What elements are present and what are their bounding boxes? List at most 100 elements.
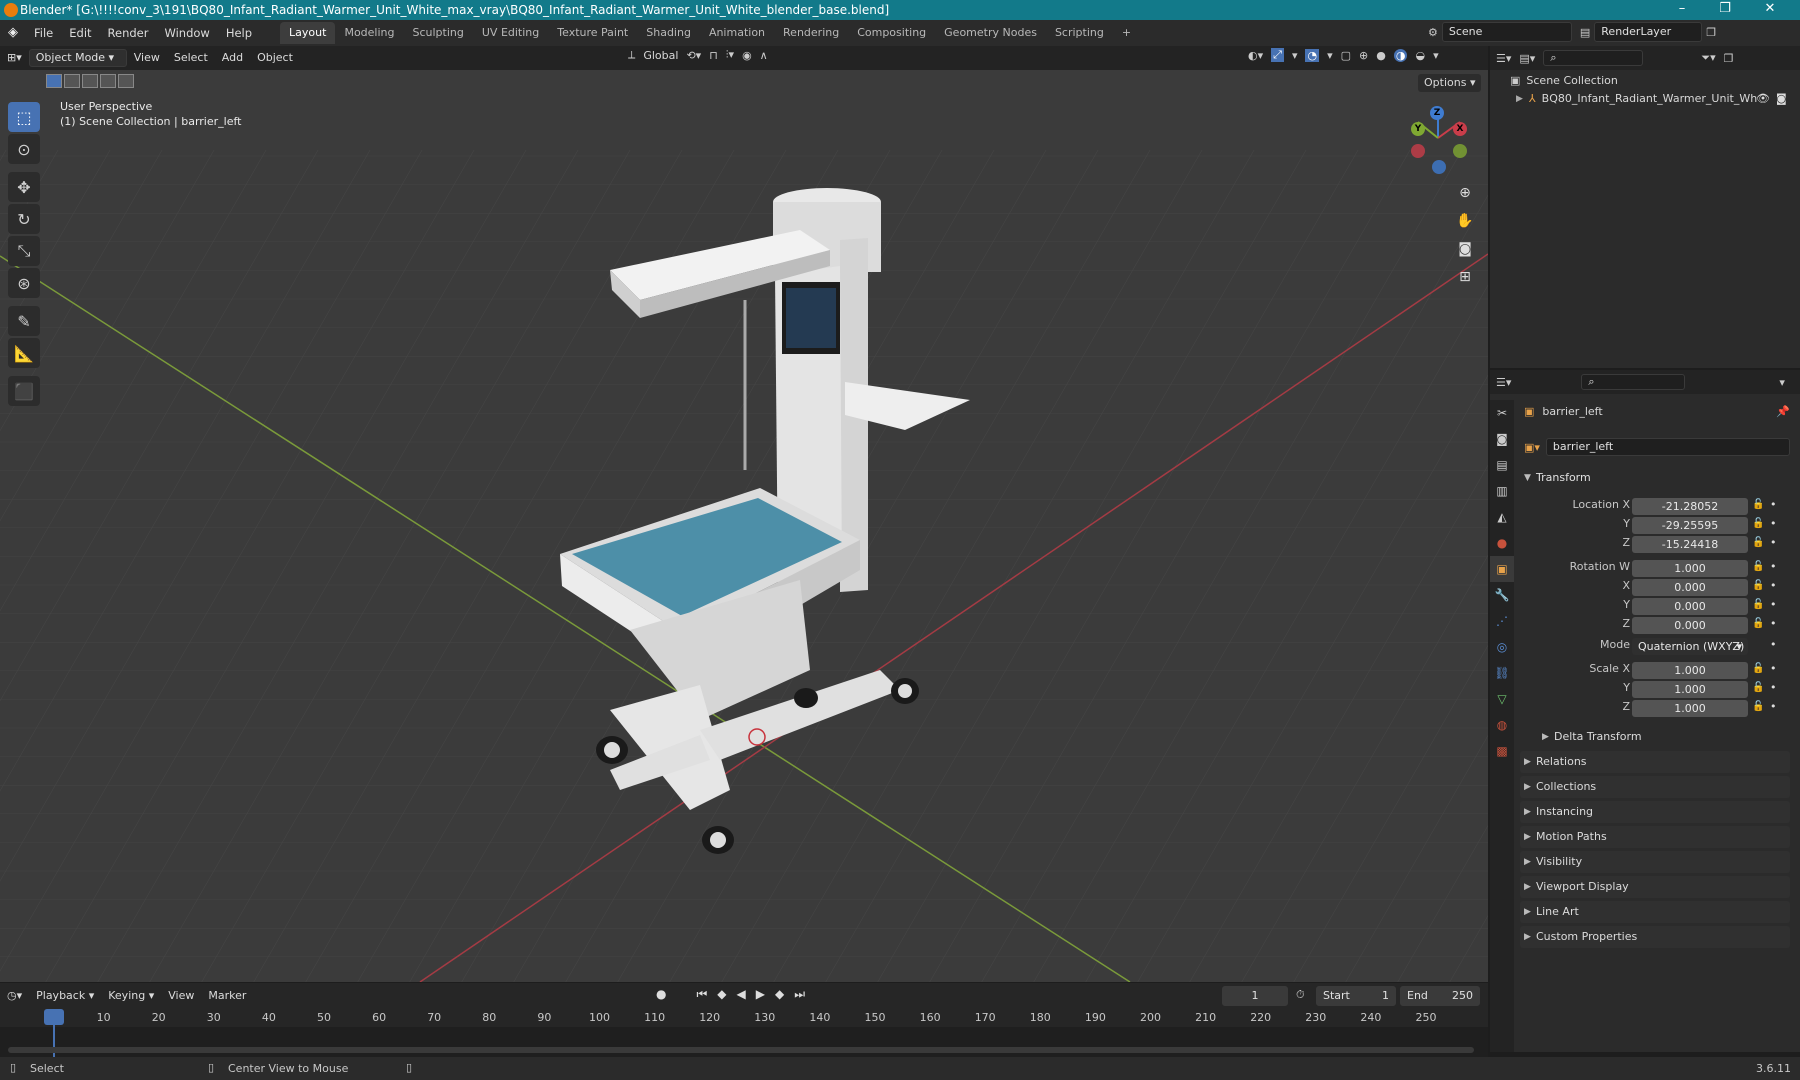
panel-line-art[interactable]: ▶ Line Art [1520, 901, 1790, 923]
gizmo-neg-x[interactable] [1411, 144, 1425, 158]
object-tab-icon[interactable]: ▣ [1490, 556, 1514, 582]
tab-rendering[interactable]: Rendering [774, 22, 848, 44]
clock-icon[interactable]: ⏱ [1296, 988, 1305, 1002]
display-mode-icon[interactable]: ▤▾ [1519, 52, 1535, 65]
gizmo-x[interactable]: X [1453, 122, 1467, 136]
keyframe-dot[interactable]: • [1770, 498, 1777, 511]
mode-dropdown[interactable]: Object Mode ▾ [28, 49, 127, 67]
start-frame-field[interactable]: Start 1 [1316, 986, 1396, 1006]
lock-icon[interactable]: 🔓 [1752, 518, 1764, 529]
lock-icon[interactable]: 🔓 [1752, 682, 1764, 693]
visibility-icon[interactable]: ◐▾ [1248, 49, 1263, 62]
object-name-field[interactable]: barrier_left [1545, 438, 1790, 456]
transform-tool-icon[interactable]: ⊛ [8, 268, 40, 298]
proportional-edit-icon[interactable]: ◉ [742, 49, 752, 62]
properties-search-input[interactable]: ⌕ [1581, 374, 1686, 390]
keyframe-dot[interactable]: • [1770, 536, 1777, 549]
shading-dropdown-icon[interactable]: ▾ [1433, 49, 1439, 62]
scene-icon[interactable]: ⚙ [1428, 26, 1438, 39]
wireframe-shading-icon[interactable]: ⊕ [1359, 49, 1368, 62]
play-icon[interactable]: ▶ [756, 987, 765, 1002]
move-tool-icon[interactable]: ✥ [8, 172, 40, 202]
transform-panel-header[interactable]: ▼ Transform [1520, 467, 1790, 489]
gizmo-y[interactable]: Y [1411, 122, 1425, 136]
menu-help[interactable]: Help [218, 20, 260, 46]
tab-geometry-nodes[interactable]: Geometry Nodes [935, 22, 1046, 44]
outliner-item-label[interactable]: BQ80_Infant_Radiant_Warmer_Unit_Wh [1542, 92, 1758, 105]
menu-view[interactable]: View [127, 48, 167, 68]
snap-target-icon[interactable]: ⫶▾ [726, 48, 734, 62]
render-layer-field[interactable]: RenderLayer [1594, 22, 1703, 42]
constraints-tab-icon[interactable]: ⛓ [1490, 660, 1514, 686]
annotate-tool-icon[interactable]: ✎ [8, 306, 40, 336]
lock-icon[interactable]: 🔓 [1752, 537, 1764, 548]
menu-marker[interactable]: Marker [201, 986, 253, 1006]
snap-icon[interactable]: ⊓ [709, 49, 718, 62]
scene-collection-label[interactable]: Scene Collection [1526, 74, 1617, 87]
prev-keyframe-icon[interactable]: ◆ [717, 987, 726, 1002]
lock-icon[interactable]: 🔓 [1752, 701, 1764, 712]
select-box-tool-icon[interactable]: ⬚ [8, 102, 40, 132]
maximize-button[interactable]: ❐ [1705, 0, 1745, 20]
filter-icon[interactable]: ⏷▾ [1701, 51, 1715, 65]
menu-window[interactable]: Window [156, 20, 217, 46]
add-cube-tool-icon[interactable]: ⬛ [8, 376, 40, 406]
scene-field[interactable]: Scene [1441, 22, 1572, 42]
particles-tab-icon[interactable]: ⋰ [1490, 608, 1514, 634]
tool-tab-icon[interactable]: ✂ [1490, 400, 1514, 426]
blender-menu-icon[interactable]: ◈ [0, 20, 26, 46]
lock-icon[interactable]: 🔓 [1752, 580, 1764, 591]
pin-icon[interactable]: 📌 [1776, 405, 1790, 418]
options-dropdown[interactable]: Options ▾ [1418, 74, 1482, 92]
keyframe-dot[interactable]: • [1770, 579, 1777, 592]
tab-modeling[interactable]: Modeling [335, 22, 403, 44]
new-layer-icon[interactable]: ❐ [1706, 26, 1716, 39]
overlay-toggle-icon[interactable]: ◔ [1305, 48, 1320, 62]
keyframe-dot[interactable]: • [1770, 517, 1777, 530]
panel-viewport-display[interactable]: ▶ Viewport Display [1520, 876, 1790, 898]
select-intersect-icon[interactable] [118, 74, 134, 88]
keyframe-dot[interactable]: • [1770, 617, 1777, 630]
keyframe-dot[interactable]: • [1770, 638, 1777, 651]
close-button[interactable]: ✕ [1750, 0, 1790, 20]
select-subtract-icon[interactable] [82, 74, 98, 88]
select-invert-icon[interactable] [100, 74, 116, 88]
end-frame-field[interactable]: End 250 [1400, 986, 1480, 1006]
expand-arrow-icon[interactable]: ▶ [1516, 94, 1523, 104]
new-collection-icon[interactable]: ❐ [1724, 52, 1734, 65]
keyframe-dot[interactable]: • [1770, 598, 1777, 611]
rotate-tool-icon[interactable]: ↻ [8, 204, 40, 234]
select-extend-icon[interactable] [64, 74, 80, 88]
orientation-icon[interactable]: ⟂ [628, 48, 635, 62]
rotation-x-field[interactable]: 0.000 [1632, 579, 1748, 596]
tab-uv-editing[interactable]: UV Editing [473, 22, 548, 44]
gizmo-z[interactable]: Z [1430, 106, 1444, 120]
menu-edit[interactable]: Edit [61, 20, 99, 46]
keyframe-dot[interactable]: • [1770, 681, 1777, 694]
measure-tool-icon[interactable]: 📐 [8, 338, 40, 368]
lock-icon[interactable]: 🔓 [1752, 618, 1764, 629]
panel-custom-properties[interactable]: ▶ Custom Properties [1520, 926, 1790, 948]
orientation-dropdown[interactable]: Global [643, 49, 678, 62]
tab-shading[interactable]: Shading [637, 22, 700, 44]
tab-layout[interactable]: Layout [280, 22, 336, 44]
outliner-editor-icon[interactable]: ☰▾ [1496, 52, 1511, 65]
scale-y-field[interactable]: 1.000 [1632, 681, 1748, 698]
cursor-tool-icon[interactable]: ⊙ [8, 134, 40, 164]
playhead[interactable] [44, 1009, 64, 1025]
view-layer-tab-icon[interactable]: ▥ [1490, 478, 1514, 504]
select-new-icon[interactable] [46, 74, 62, 88]
menu-file[interactable]: File [26, 20, 61, 46]
data-tab-icon[interactable]: ▽ [1490, 686, 1514, 712]
pivot-icon[interactable]: ⟲▾ [686, 49, 701, 62]
location-z-field[interactable]: -15.24418 [1632, 536, 1748, 553]
menu-playback[interactable]: Playback ▾ [29, 986, 101, 1006]
output-tab-icon[interactable]: ▤ [1490, 452, 1514, 478]
gizmo-toggle-icon[interactable]: ⤢ [1271, 48, 1284, 62]
menu-object[interactable]: Object [250, 48, 300, 68]
scale-tool-icon[interactable]: ⤡ [8, 236, 40, 266]
overlay-dropdown-icon[interactable]: ▾ [1327, 49, 1333, 62]
rotation-z-field[interactable]: 0.000 [1632, 617, 1748, 634]
current-frame-field[interactable]: 1 [1222, 986, 1288, 1006]
keyframe-dot[interactable]: • [1770, 662, 1777, 675]
